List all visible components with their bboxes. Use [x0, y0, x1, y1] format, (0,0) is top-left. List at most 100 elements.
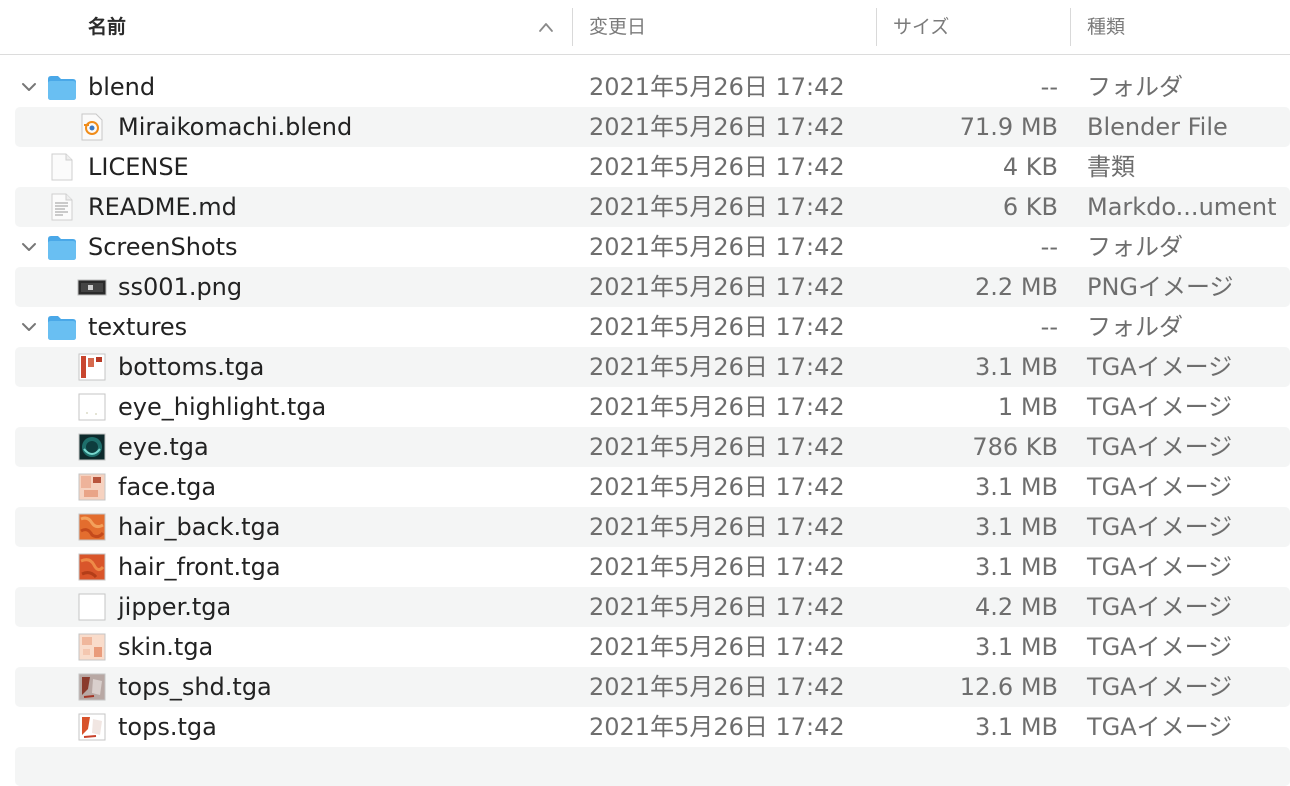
file-kind: TGAイメージ: [1087, 633, 1233, 661]
file-date: 2021年5月26日 17:42: [589, 673, 845, 701]
list-item[interactable]: Miraikomachi.blend 2021年5月26日 17:42 71.9…: [0, 107, 1290, 147]
file-date: 2021年5月26日 17:42: [589, 313, 845, 341]
file-name: ss001.png: [118, 273, 243, 301]
column-header-date[interactable]: 変更日: [589, 0, 646, 54]
file-name: tops_shd.tga: [118, 673, 272, 701]
image-thumbnail-icon: [78, 593, 106, 621]
image-thumbnail-icon: [78, 473, 106, 501]
list-item[interactable]: README.md 2021年5月26日 17:42 6 KB Markdo..…: [0, 187, 1290, 227]
column-divider[interactable]: [876, 8, 877, 46]
file-kind: TGAイメージ: [1087, 673, 1233, 701]
list-item[interactable]: eye_highlight.tga 2021年5月26日 17:42 1 MB …: [0, 387, 1290, 427]
image-thumbnail-icon: [78, 513, 106, 541]
column-divider[interactable]: [1070, 8, 1071, 46]
image-thumbnail-icon: [78, 713, 106, 741]
file-kind: TGAイメージ: [1087, 473, 1233, 501]
file-date: 2021年5月26日 17:42: [589, 353, 845, 381]
column-header-size[interactable]: サイズ: [893, 0, 949, 54]
disclosure-triangle-expanded-icon[interactable]: [20, 79, 38, 95]
list-item[interactable]: ScreenShots 2021年5月26日 17:42 -- フォルダ: [0, 227, 1290, 267]
markdown-file-icon: [51, 193, 73, 221]
file-kind: Blender File: [1087, 113, 1228, 141]
folder-icon: [48, 236, 76, 260]
file-kind: フォルダ: [1087, 233, 1183, 261]
file-kind: TGAイメージ: [1087, 353, 1233, 381]
image-thumbnail-icon: [78, 633, 106, 661]
file-size: 3.1 MB: [975, 553, 1058, 581]
list-item[interactable]: blend 2021年5月26日 17:42 -- フォルダ: [0, 67, 1290, 107]
file-kind: フォルダ: [1087, 313, 1183, 341]
image-thumbnail-icon: [78, 433, 106, 461]
file-date: 2021年5月26日 17:42: [589, 233, 845, 261]
file-date: 2021年5月26日 17:42: [589, 633, 845, 661]
file-date: 2021年5月26日 17:42: [589, 273, 845, 301]
list-item[interactable]: tops.tga 2021年5月26日 17:42 3.1 MB TGAイメージ: [0, 707, 1290, 747]
chevron-up-icon[interactable]: [538, 20, 554, 34]
disclosure-triangle-expanded-icon[interactable]: [20, 239, 38, 255]
image-thumbnail-icon: [78, 353, 106, 381]
file-size: 71.9 MB: [959, 113, 1058, 141]
file-kind: TGAイメージ: [1087, 393, 1233, 421]
column-header-kind[interactable]: 種類: [1087, 0, 1125, 54]
list-item[interactable]: hair_back.tga 2021年5月26日 17:42 3.1 MB TG…: [0, 507, 1290, 547]
file-date: 2021年5月26日 17:42: [589, 73, 845, 101]
file-name: README.md: [88, 193, 237, 221]
column-header-bar: 名前 変更日 サイズ 種類: [0, 0, 1290, 55]
file-size: 4 KB: [1002, 153, 1058, 181]
file-date: 2021年5月26日 17:42: [589, 113, 845, 141]
file-kind: フォルダ: [1087, 73, 1183, 101]
file-size: --: [1040, 73, 1058, 101]
file-name: eye.tga: [118, 433, 209, 461]
list-item[interactable]: bottoms.tga 2021年5月26日 17:42 3.1 MB TGAイ…: [0, 347, 1290, 387]
file-date: 2021年5月26日 17:42: [589, 193, 845, 221]
file-name: blend: [88, 73, 156, 101]
column-divider[interactable]: [572, 8, 573, 46]
file-name: skin.tga: [118, 633, 214, 661]
folder-icon: [48, 76, 76, 100]
file-size: 6 KB: [1002, 193, 1058, 221]
file-size: 3.1 MB: [975, 513, 1058, 541]
file-date: 2021年5月26日 17:42: [589, 433, 845, 461]
file-name: tops.tga: [118, 713, 217, 741]
list-item[interactable]: LICENSE 2021年5月26日 17:42 4 KB 書類: [0, 147, 1290, 187]
file-size: 12.6 MB: [959, 673, 1058, 701]
file-name: ScreenShots: [88, 233, 238, 261]
list-item[interactable]: ss001.png 2021年5月26日 17:42 2.2 MB PNGイメー…: [0, 267, 1290, 307]
file-date: 2021年5月26日 17:42: [589, 593, 845, 621]
image-thumbnail-icon: [78, 553, 106, 581]
file-kind: PNGイメージ: [1087, 273, 1234, 301]
file-kind: Markdo...ument: [1087, 193, 1277, 221]
image-thumbnail-icon: [78, 673, 106, 701]
file-date: 2021年5月26日 17:42: [589, 473, 845, 501]
file-size: 3.1 MB: [975, 353, 1058, 381]
empty-list-row: [15, 747, 1290, 786]
folder-icon: [48, 316, 76, 340]
list-item[interactable]: eye.tga 2021年5月26日 17:42 786 KB TGAイメージ: [0, 427, 1290, 467]
file-size: 4.2 MB: [975, 593, 1058, 621]
file-date: 2021年5月26日 17:42: [589, 553, 845, 581]
file-kind: TGAイメージ: [1087, 713, 1233, 741]
list-item[interactable]: tops_shd.tga 2021年5月26日 17:42 12.6 MB TG…: [0, 667, 1290, 707]
file-size: --: [1040, 233, 1058, 261]
list-item[interactable]: skin.tga 2021年5月26日 17:42 3.1 MB TGAイメージ: [0, 627, 1290, 667]
file-name: textures: [88, 313, 188, 341]
file-name: jipper.tga: [118, 593, 232, 621]
file-kind: TGAイメージ: [1087, 553, 1233, 581]
file-date: 2021年5月26日 17:42: [589, 393, 845, 421]
file-date: 2021年5月26日 17:42: [589, 513, 845, 541]
file-size: --: [1040, 313, 1058, 341]
disclosure-triangle-expanded-icon[interactable]: [20, 319, 38, 335]
list-item[interactable]: hair_front.tga 2021年5月26日 17:42 3.1 MB T…: [0, 547, 1290, 587]
file-size: 2.2 MB: [975, 273, 1058, 301]
list-item[interactable]: face.tga 2021年5月26日 17:42 3.1 MB TGAイメージ: [0, 467, 1290, 507]
file-name: hair_back.tga: [118, 513, 281, 541]
image-thumbnail-icon: [78, 393, 106, 421]
list-item[interactable]: textures 2021年5月26日 17:42 -- フォルダ: [0, 307, 1290, 347]
file-name: LICENSE: [88, 153, 189, 181]
file-size: 3.1 MB: [975, 473, 1058, 501]
file-size: 1 MB: [997, 393, 1058, 421]
list-item[interactable]: jipper.tga 2021年5月26日 17:42 4.2 MB TGAイメ…: [0, 587, 1290, 627]
file-kind: TGAイメージ: [1087, 593, 1233, 621]
finder-list-view: 名前 変更日 サイズ 種類 blend 2021年5月26日 17:42 -- …: [0, 0, 1290, 786]
column-header-name[interactable]: 名前: [88, 0, 126, 54]
